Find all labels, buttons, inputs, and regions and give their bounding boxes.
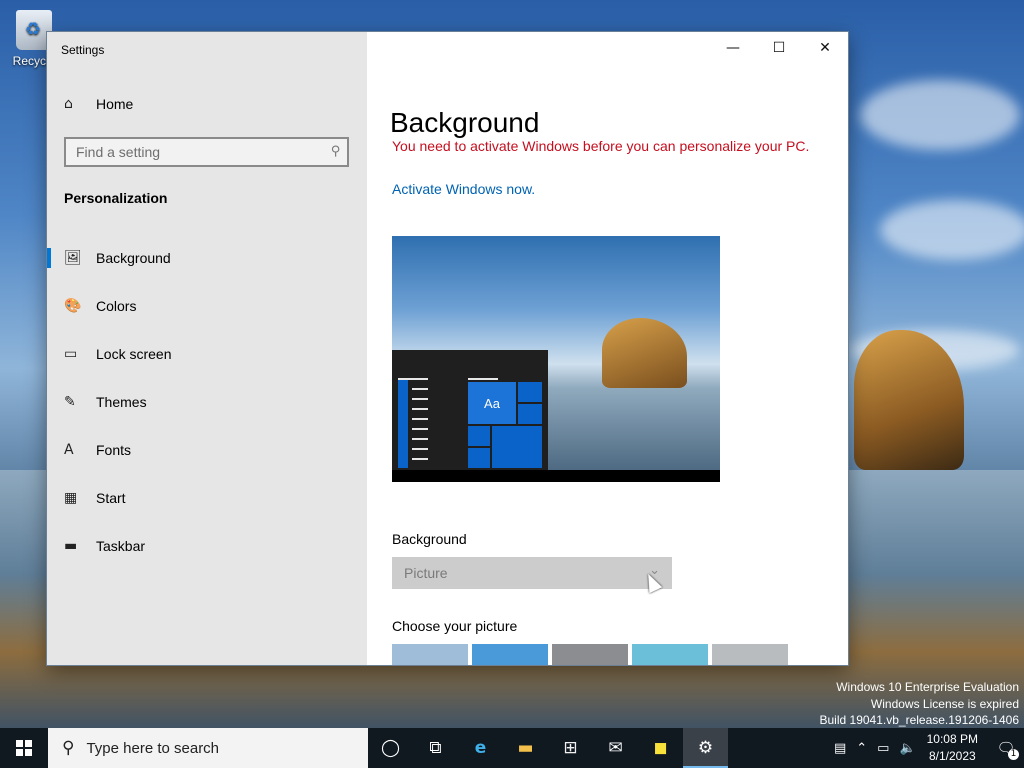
- sidebar-item-label: Start: [96, 490, 126, 506]
- sidebar-item-label: Fonts: [96, 442, 132, 458]
- picture-thumbnail[interactable]: [552, 644, 628, 665]
- sidebar-item-label: Taskbar: [96, 538, 146, 554]
- themes-icon: ✎: [64, 394, 76, 410]
- activate-windows-link[interactable]: Activate Windows now.: [392, 181, 535, 197]
- find-setting-box: ⚲: [64, 137, 349, 167]
- volume-muted-icon[interactable]: 🔈: [899, 741, 915, 756]
- settings-window: Settings ⌂ Home ⚲ Personalization 🖼 Back…: [47, 32, 848, 665]
- notification-center-button[interactable]: 🗨 1: [988, 728, 1024, 768]
- watermark-build: Build 19041.vb_release.191206-1406: [819, 713, 1020, 727]
- choose-picture-label: Choose your picture: [392, 618, 518, 634]
- sidebar-item-lock-screen[interactable]: ▭ Lock screen: [47, 330, 367, 378]
- news-icon[interactable]: ▤: [834, 741, 846, 756]
- nav-home[interactable]: ⌂ Home: [64, 96, 133, 112]
- home-icon: ⌂: [64, 96, 73, 112]
- taskbar-icon: ▬: [64, 538, 78, 554]
- sidebar-item-label: Lock screen: [96, 346, 172, 362]
- search-icon[interactable]: ⚲: [331, 144, 341, 159]
- background-label: Background: [392, 531, 467, 547]
- fonts-icon: A: [64, 442, 74, 458]
- clock-date: 8/1/2023: [928, 749, 976, 763]
- window-title: Settings: [61, 43, 105, 57]
- start-button[interactable]: [0, 728, 48, 768]
- network-icon[interactable]: ▭: [877, 741, 889, 756]
- background-preview: Aa: [392, 236, 720, 482]
- section-heading: Personalization: [64, 190, 168, 206]
- mail-icon[interactable]: ✉: [593, 728, 638, 768]
- sidebar-item-start[interactable]: ▦ Start: [47, 474, 367, 522]
- close-button[interactable]: ✕: [802, 32, 848, 64]
- activation-warning: You need to activate Windows before you …: [392, 138, 810, 154]
- activation-watermark: Windows 10 Enterprise Evaluation Windows…: [820, 679, 1020, 729]
- background-dropdown-value: Picture: [404, 565, 448, 581]
- taskbar-search-input[interactable]: [84, 738, 339, 758]
- sidebar-item-label: Themes: [96, 394, 147, 410]
- nav-list: 🖼 Background 🎨 Colors ▭ Lock screen ✎ Th…: [47, 234, 367, 570]
- sidebar-item-label: Colors: [96, 298, 137, 314]
- task-view-icon[interactable]: ⧉: [413, 728, 458, 768]
- sidebar-item-label: Background: [96, 250, 171, 266]
- lock-screen-icon: ▭: [64, 346, 78, 362]
- background-dropdown[interactable]: Picture ⌄: [392, 557, 672, 589]
- store-icon[interactable]: ⊞: [548, 728, 593, 768]
- palette-icon: 🎨: [64, 298, 82, 314]
- clock[interactable]: 10:08 PM 8/1/2023: [927, 731, 978, 765]
- picture-icon: 🖼: [64, 250, 82, 266]
- sidebar: Settings ⌂ Home ⚲ Personalization 🖼 Back…: [47, 32, 367, 665]
- watermark-edition: Windows 10 Enterprise Evaluation: [836, 680, 1019, 694]
- minimize-button[interactable]: —: [710, 32, 756, 64]
- file-explorer-icon[interactable]: ▬: [503, 728, 548, 768]
- sticky-notes-icon[interactable]: ◼: [638, 728, 683, 768]
- main-pane: — ☐ ✕ Background You need to activate Wi…: [367, 32, 848, 665]
- page-title: Background: [390, 106, 540, 138]
- start-icon: ▦: [64, 490, 78, 506]
- settings-icon[interactable]: ⚙: [683, 728, 728, 768]
- notification-count: 1: [1008, 749, 1019, 760]
- preview-tile: Aa: [468, 382, 516, 424]
- find-setting-input[interactable]: [66, 139, 316, 165]
- system-tray: ▤ ⌃ ▭ 🔈 10:08 PM 8/1/2023 🗨 1: [829, 728, 1024, 768]
- taskbar-search-box[interactable]: ⚲: [48, 728, 368, 768]
- windows-logo-icon: [16, 740, 32, 756]
- edge-icon[interactable]: e: [458, 728, 503, 768]
- picture-thumbnail[interactable]: [392, 644, 468, 665]
- sidebar-item-themes[interactable]: ✎ Themes: [47, 378, 367, 426]
- taskbar: ⚲ ◯ ⧉ e ▬ ⊞ ✉ ◼ ⚙ ▤ ⌃ ▭ 🔈 10:08 PM 8/1/2…: [0, 728, 1024, 768]
- sidebar-item-background[interactable]: 🖼 Background: [47, 234, 367, 282]
- window-controls: — ☐ ✕: [710, 32, 848, 64]
- watermark-license: Windows License is expired: [870, 696, 1019, 711]
- sidebar-item-taskbar[interactable]: ▬ Taskbar: [47, 522, 367, 570]
- maximize-button[interactable]: ☐: [756, 32, 802, 64]
- picture-thumbnail[interactable]: [632, 644, 708, 665]
- picture-thumbnail[interactable]: [712, 644, 788, 665]
- nav-home-label: Home: [96, 96, 134, 112]
- clock-time: 10:08 PM: [926, 732, 978, 746]
- sidebar-item-fonts[interactable]: A Fonts: [47, 426, 367, 474]
- picture-thumbnails: [392, 644, 788, 665]
- picture-thumbnail[interactable]: [472, 644, 548, 665]
- search-icon: ⚲: [62, 738, 75, 758]
- chevron-up-icon[interactable]: ⌃: [856, 741, 867, 756]
- cortana-icon[interactable]: ◯: [368, 728, 413, 768]
- sidebar-item-colors[interactable]: 🎨 Colors: [47, 282, 367, 330]
